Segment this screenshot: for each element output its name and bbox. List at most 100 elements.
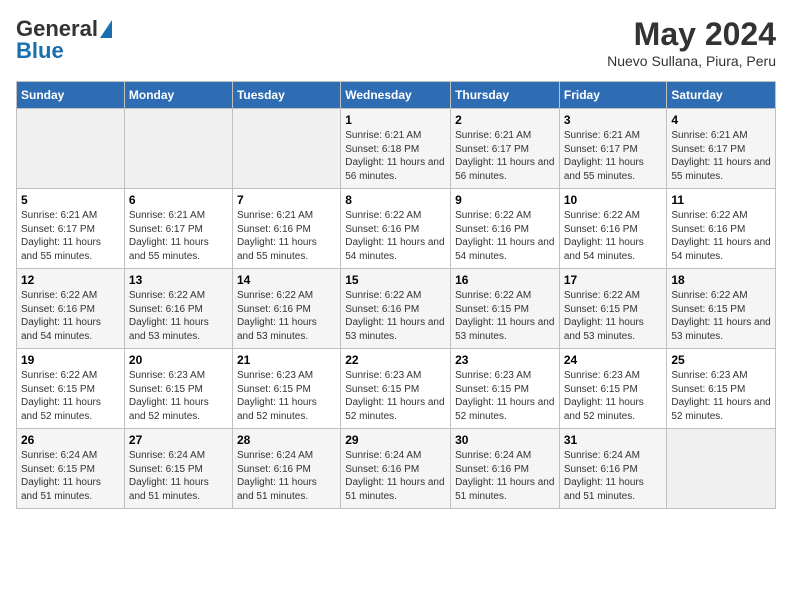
day-number: 2 [455, 113, 555, 127]
day-info: Sunrise: 6:22 AMSunset: 6:16 PMDaylight:… [129, 289, 228, 343]
day-number: 14 [237, 273, 336, 287]
day-info: Sunrise: 6:24 AMSunset: 6:16 PMDaylight:… [345, 449, 446, 503]
table-row: 25Sunrise: 6:23 AMSunset: 6:15 PMDayligh… [667, 349, 776, 429]
table-row [124, 109, 232, 189]
table-row: 27 Sunrise: 6:24 AMSunset: 6:15 PMDayligh… [124, 429, 232, 509]
table-row: 1 Sunrise: 6:21 AMSunset: 6:18 PMDaylight… [341, 109, 451, 189]
day-info: Sunrise: 6:22 AMSunset: 6:15 PMDaylight:… [564, 289, 663, 343]
day-number: 10 [564, 193, 663, 207]
day-number: 5 [21, 193, 120, 207]
day-number: 23 [455, 353, 555, 367]
day-number: 20 [129, 353, 228, 367]
table-row: 12 Sunrise: 6:22 AMSunset: 6:16 PMDayligh… [17, 269, 125, 349]
day-number: 4 [671, 113, 771, 127]
day-number: 25 [671, 353, 771, 367]
table-row: 10 Sunrise: 6:22 AMSunset: 6:16 PMDayligh… [559, 189, 667, 269]
calendar-week-row: 1 Sunrise: 6:21 AMSunset: 6:18 PMDaylight… [17, 109, 776, 189]
header-thursday: Thursday [451, 82, 560, 109]
page-subtitle: Nuevo Sullana, Piura, Peru [607, 53, 776, 69]
day-info: Sunrise: 6:23 AMSunset: 6:15 PMDaylight:… [564, 369, 663, 423]
table-row [17, 109, 125, 189]
table-row: 20 Sunrise: 6:23 AMSunset: 6:15 PMDayligh… [124, 349, 232, 429]
day-info: Sunrise: 6:21 AMSunset: 6:18 PMDaylight:… [345, 129, 446, 183]
calendar-week-row: 19 Sunrise: 6:22 AMSunset: 6:15 PMDayligh… [17, 349, 776, 429]
day-number: 7 [237, 193, 336, 207]
day-number: 24 [564, 353, 663, 367]
day-number: 21 [237, 353, 336, 367]
day-number: 31 [564, 433, 663, 447]
day-info: Sunrise: 6:22 AMSunset: 6:16 PMDaylight:… [345, 289, 446, 343]
header-saturday: Saturday [667, 82, 776, 109]
table-row [232, 109, 340, 189]
day-info: Sunrise: 6:22 AMSunset: 6:16 PMDaylight:… [564, 209, 663, 263]
day-info: Sunrise: 6:22 AMSunset: 6:16 PMDaylight:… [21, 289, 120, 343]
table-row: 29 Sunrise: 6:24 AMSunset: 6:16 PMDayligh… [341, 429, 451, 509]
day-info: Sunrise: 6:21 AMSunset: 6:17 PMDaylight:… [129, 209, 228, 263]
day-info: Sunrise: 6:22 AMSunset: 6:16 PMDaylight:… [455, 209, 555, 263]
table-row: 31 Sunrise: 6:24 AMSunset: 6:16 PMDayligh… [559, 429, 667, 509]
day-number: 11 [671, 193, 771, 207]
day-info: Sunrise: 6:23 AMSunset: 6:15 PMDaylight:… [237, 369, 336, 423]
table-row: 30Sunrise: 6:24 AMSunset: 6:16 PMDayligh… [451, 429, 560, 509]
day-number: 26 [21, 433, 120, 447]
day-info: Sunrise: 6:22 AMSunset: 6:15 PMDaylight:… [455, 289, 555, 343]
day-info: Sunrise: 6:23 AMSunset: 6:15 PMDaylight:… [129, 369, 228, 423]
day-number: 19 [21, 353, 120, 367]
table-row: 3 Sunrise: 6:21 AMSunset: 6:17 PMDaylight… [559, 109, 667, 189]
day-number: 8 [345, 193, 446, 207]
table-row: 16Sunrise: 6:22 AMSunset: 6:15 PMDayligh… [451, 269, 560, 349]
day-info: Sunrise: 6:22 AMSunset: 6:15 PMDaylight:… [671, 289, 771, 343]
table-row: 15 Sunrise: 6:22 AMSunset: 6:16 PMDayligh… [341, 269, 451, 349]
day-number: 9 [455, 193, 555, 207]
table-row: 11Sunrise: 6:22 AMSunset: 6:16 PMDayligh… [667, 189, 776, 269]
table-row: 24 Sunrise: 6:23 AMSunset: 6:15 PMDayligh… [559, 349, 667, 429]
day-info: Sunrise: 6:21 AMSunset: 6:17 PMDaylight:… [21, 209, 120, 263]
day-number: 15 [345, 273, 446, 287]
day-number: 29 [345, 433, 446, 447]
day-number: 3 [564, 113, 663, 127]
calendar-header-row: Sunday Monday Tuesday Wednesday Thursday… [17, 82, 776, 109]
day-number: 12 [21, 273, 120, 287]
day-number: 28 [237, 433, 336, 447]
table-row: 8 Sunrise: 6:22 AMSunset: 6:16 PMDaylight… [341, 189, 451, 269]
day-number: 18 [671, 273, 771, 287]
table-row: 13Sunrise: 6:22 AMSunset: 6:16 PMDayligh… [124, 269, 232, 349]
table-row: 23Sunrise: 6:23 AMSunset: 6:15 PMDayligh… [451, 349, 560, 429]
day-number: 27 [129, 433, 228, 447]
day-number: 1 [345, 113, 446, 127]
table-row [667, 429, 776, 509]
header-monday: Monday [124, 82, 232, 109]
day-info: Sunrise: 6:21 AMSunset: 6:16 PMDaylight:… [237, 209, 336, 263]
table-row: 14 Sunrise: 6:22 AMSunset: 6:16 PMDayligh… [232, 269, 340, 349]
day-info: Sunrise: 6:24 AMSunset: 6:15 PMDaylight:… [129, 449, 228, 503]
table-row: 5 Sunrise: 6:21 AMSunset: 6:17 PMDaylight… [17, 189, 125, 269]
day-number: 22 [345, 353, 446, 367]
day-info: Sunrise: 6:22 AMSunset: 6:16 PMDaylight:… [237, 289, 336, 343]
title-block: May 2024 Nuevo Sullana, Piura, Peru [607, 16, 776, 69]
page-title: May 2024 [607, 16, 776, 53]
table-row: 9 Sunrise: 6:22 AMSunset: 6:16 PMDaylight… [451, 189, 560, 269]
calendar-week-row: 12 Sunrise: 6:22 AMSunset: 6:16 PMDayligh… [17, 269, 776, 349]
header-wednesday: Wednesday [341, 82, 451, 109]
table-row: 18 Sunrise: 6:22 AMSunset: 6:15 PMDayligh… [667, 269, 776, 349]
calendar-week-row: 26 Sunrise: 6:24 AMSunset: 6:15 PMDayligh… [17, 429, 776, 509]
table-row: 4 Sunrise: 6:21 AMSunset: 6:17 PMDaylight… [667, 109, 776, 189]
calendar-week-row: 5 Sunrise: 6:21 AMSunset: 6:17 PMDaylight… [17, 189, 776, 269]
table-row: 22 Sunrise: 6:23 AMSunset: 6:15 PMDayligh… [341, 349, 451, 429]
table-row: 17Sunrise: 6:22 AMSunset: 6:15 PMDayligh… [559, 269, 667, 349]
day-info: Sunrise: 6:21 AMSunset: 6:17 PMDaylight:… [455, 129, 555, 183]
table-row: 6 Sunrise: 6:21 AMSunset: 6:17 PMDaylight… [124, 189, 232, 269]
day-info: Sunrise: 6:24 AMSunset: 6:16 PMDaylight:… [455, 449, 555, 503]
day-info: Sunrise: 6:22 AMSunset: 6:15 PMDaylight:… [21, 369, 120, 423]
day-info: Sunrise: 6:21 AMSunset: 6:17 PMDaylight:… [564, 129, 663, 183]
day-info: Sunrise: 6:21 AMSunset: 6:17 PMDaylight:… [671, 129, 771, 183]
table-row: 19 Sunrise: 6:22 AMSunset: 6:15 PMDayligh… [17, 349, 125, 429]
table-row: 2 Sunrise: 6:21 AMSunset: 6:17 PMDaylight… [451, 109, 560, 189]
day-info: Sunrise: 6:24 AMSunset: 6:16 PMDaylight:… [564, 449, 663, 503]
table-row: 7 Sunrise: 6:21 AMSunset: 6:16 PMDaylight… [232, 189, 340, 269]
day-number: 6 [129, 193, 228, 207]
page-header: General Blue May 2024 Nuevo Sullana, Piu… [16, 16, 776, 69]
logo-triangle-icon [100, 20, 112, 38]
day-info: Sunrise: 6:23 AMSunset: 6:15 PMDaylight:… [345, 369, 446, 423]
day-info: Sunrise: 6:22 AMSunset: 6:16 PMDaylight:… [345, 209, 446, 263]
